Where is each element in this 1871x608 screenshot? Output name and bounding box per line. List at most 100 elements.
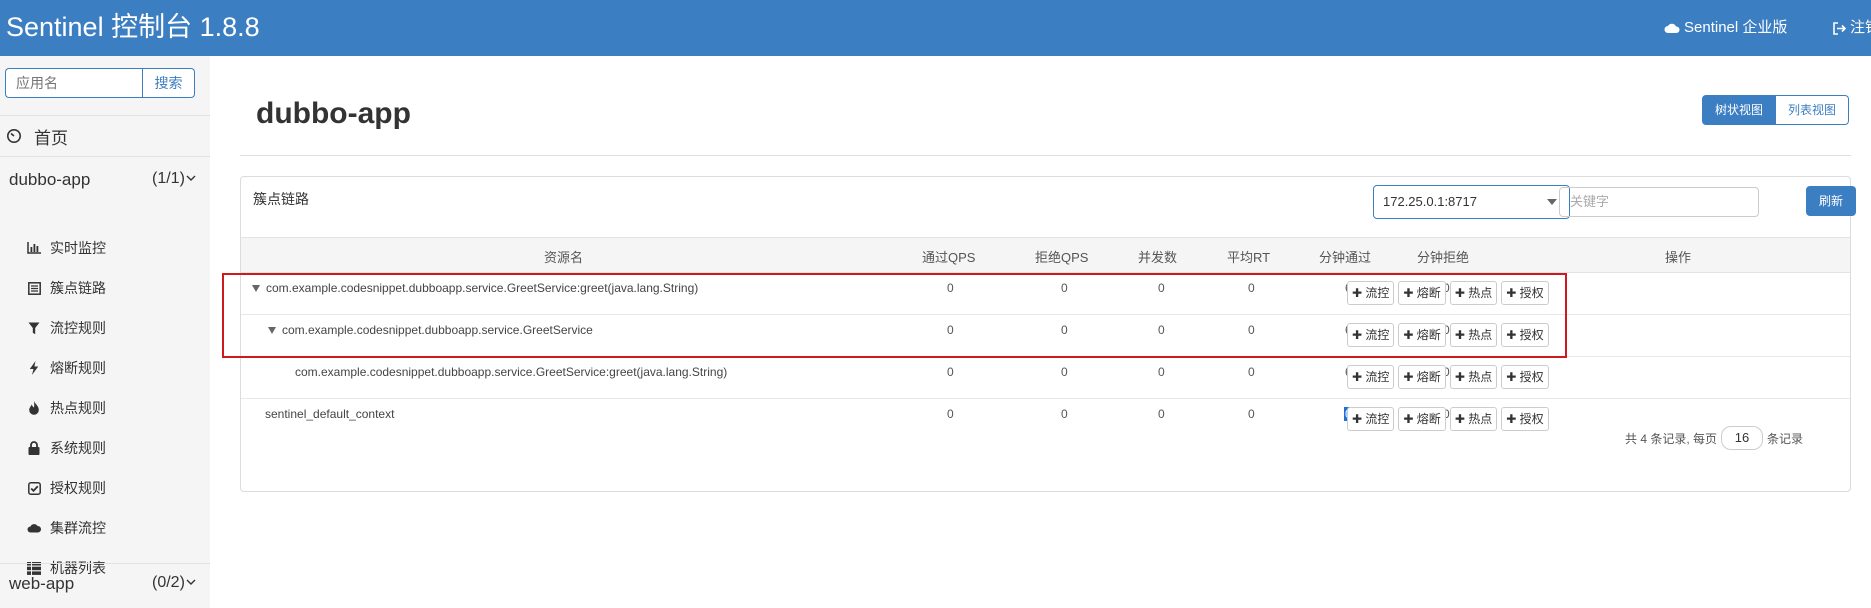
column-header: 资源名	[544, 250, 584, 265]
sidebar-item-degrade-rules[interactable]: 熔断规则	[0, 350, 210, 386]
panel-title: 簇点链路	[253, 191, 309, 207]
button-label: 热点	[1468, 370, 1493, 384]
enterprise-label: Sentinel 企业版	[1684, 19, 1788, 36]
avg-rt: 0	[1248, 365, 1255, 379]
button-label: 流控	[1365, 370, 1390, 384]
column-header: 拒绝QPS	[1035, 250, 1089, 265]
table-row: com.example.codesnippet.dubboapp.service…	[241, 357, 1850, 399]
column-header: 分钟通过	[1319, 250, 1372, 265]
fire-icon	[29, 401, 39, 415]
page-title: dubbo-app	[256, 97, 411, 130]
degrade-rule-button[interactable]: ✚ 熔断	[1398, 407, 1446, 431]
check-square-icon	[27, 481, 41, 495]
app-name: web-app	[9, 574, 75, 593]
logout-label: 注销	[1850, 19, 1871, 36]
chevron-down-icon	[186, 175, 196, 181]
thread-count: 0	[1158, 407, 1165, 421]
sidebar-item-flow-rules[interactable]: 流控规则	[0, 310, 210, 346]
sidebar-app-web[interactable]: web-app (0/2)	[0, 564, 210, 604]
column-header: 分钟拒绝	[1417, 250, 1470, 265]
button-label: 熔断	[1416, 412, 1441, 426]
sidebar-item-resource-chain[interactable]: 簇点链路	[0, 270, 210, 306]
machine-select-value: 172.25.0.1:8717	[1383, 194, 1477, 209]
refresh-button[interactable]: 刷新	[1806, 186, 1856, 216]
button-label: 热点	[1468, 412, 1493, 426]
avg-rt: 0	[1248, 407, 1255, 421]
list-icon	[27, 281, 41, 295]
tree-view-button[interactable]: 树状视图	[1702, 95, 1777, 125]
top-navbar: Sentinel 控制台 1.8.8 Sentinel 企业版 注销	[0, 0, 1871, 56]
pager-suffix: 条记录	[1767, 431, 1804, 446]
column-header: 通过QPS	[922, 250, 976, 265]
machine-select[interactable]: 172.25.0.1:8717	[1373, 185, 1570, 219]
flash-icon	[29, 361, 39, 375]
block-qps: 0	[1061, 365, 1068, 379]
app-machine-count: (1/1)	[152, 170, 185, 187]
app-search: 搜索	[5, 68, 195, 98]
sidebar: 搜索 首页 dubbo-app (1/1) 实时监控 簇点链路 流控规则 熔断规…	[0, 56, 210, 608]
resource-name[interactable]: sentinel_default_context	[265, 407, 394, 421]
pagination: 共 4 条记录, 每页 16 条记录	[1625, 426, 1803, 450]
sidebar-item-label: 热点规则	[50, 400, 106, 416]
app-title[interactable]: Sentinel 控制台 1.8.8	[6, 10, 260, 44]
app-name: dubbo-app	[9, 170, 91, 189]
block-qps: 0	[1061, 407, 1068, 421]
sidebar-item-label: 系统规则	[50, 440, 106, 456]
thread-count: 0	[1158, 365, 1165, 379]
sidebar-item-param-flow-rules[interactable]: 热点规则	[0, 390, 210, 426]
param-flow-rule-button[interactable]: ✚ 热点	[1449, 407, 1498, 431]
row-actions: ✚ 流控 ✚ 熔断 ✚ 热点 ✚ 授权	[1347, 407, 1549, 431]
button-label: 流控	[1365, 412, 1390, 426]
column-header: 操作	[1665, 250, 1692, 265]
cloud-icon	[27, 524, 41, 533]
pass-qps: 0	[947, 365, 954, 379]
enterprise-link[interactable]: Sentinel 企业版	[1664, 18, 1787, 38]
column-header: 平均RT	[1227, 250, 1271, 265]
divider	[240, 155, 1851, 156]
sidebar-item-label: 流控规则	[50, 320, 106, 336]
resource-name-text: sentinel_default_context	[265, 407, 395, 421]
row-actions: ✚ 流控 ✚ 熔断 ✚ 热点 ✚ 授权	[1347, 365, 1549, 389]
keyword-input[interactable]: 关键字	[1559, 187, 1759, 217]
page-size-input[interactable]: 16	[1721, 426, 1764, 450]
sidebar-item-label: 授权规则	[50, 480, 106, 496]
table-header: 资源名 通过QPS 拒绝QPS 并发数 平均RT 分钟通过 分钟拒绝 操作	[241, 237, 1850, 273]
sidebar-item-label: 簇点链路	[50, 280, 106, 296]
dashboard-icon	[7, 129, 21, 143]
bar-chart-icon	[27, 242, 41, 254]
sidebar-item-cluster-flow[interactable]: 集群流控	[0, 510, 210, 546]
column-header: 并发数	[1138, 250, 1178, 265]
sidebar-app-dubbo[interactable]: dubbo-app (1/1)	[0, 160, 210, 200]
divider	[0, 156, 210, 157]
resource-name-text: com.example.codesnippet.dubboapp.service…	[295, 365, 728, 379]
flow-rule-button[interactable]: ✚ 流控	[1347, 365, 1395, 389]
param-flow-rule-button[interactable]: ✚ 热点	[1449, 365, 1498, 389]
caret-down-icon	[1547, 199, 1557, 205]
sidebar-item-home[interactable]: 首页	[0, 116, 210, 156]
button-label: 授权	[1519, 412, 1544, 426]
list-view-button[interactable]: 列表视图	[1776, 95, 1850, 125]
logout-link[interactable]: 注销	[1832, 18, 1871, 38]
pager-total: 共 4 条记录, 每页	[1625, 431, 1718, 446]
sidebar-item-label: 熔断规则	[50, 360, 106, 376]
chevron-down-icon	[186, 579, 196, 585]
button-label: 熔断	[1416, 370, 1441, 384]
sidebar-item-label: 实时监控	[50, 240, 106, 256]
sidebar-item-system-rules[interactable]: 系统规则	[0, 430, 210, 466]
authority-rule-button[interactable]: ✚ 授权	[1501, 365, 1549, 389]
annotation-highlight-box	[222, 273, 1567, 358]
app-search-input[interactable]	[5, 68, 142, 98]
flow-rule-button[interactable]: ✚ 流控	[1347, 407, 1395, 431]
degrade-rule-button[interactable]: ✚ 熔断	[1398, 365, 1446, 389]
view-toggle: 树状视图 列表视图	[1702, 95, 1850, 125]
cloud-icon	[1664, 23, 1680, 33]
sidebar-item-realtime-monitor[interactable]: 实时监控	[0, 230, 210, 266]
sidebar-item-authority-rules[interactable]: 授权规则	[0, 470, 210, 506]
sidebar-item-label: 首页	[34, 128, 68, 148]
resource-name[interactable]: com.example.codesnippet.dubboapp.service…	[295, 365, 727, 379]
app-search-button[interactable]: 搜索	[142, 68, 195, 98]
button-label: 授权	[1519, 370, 1544, 384]
sidebar-item-label: 集群流控	[50, 520, 106, 536]
authority-rule-button[interactable]: ✚ 授权	[1501, 407, 1549, 431]
lock-icon	[28, 441, 40, 455]
